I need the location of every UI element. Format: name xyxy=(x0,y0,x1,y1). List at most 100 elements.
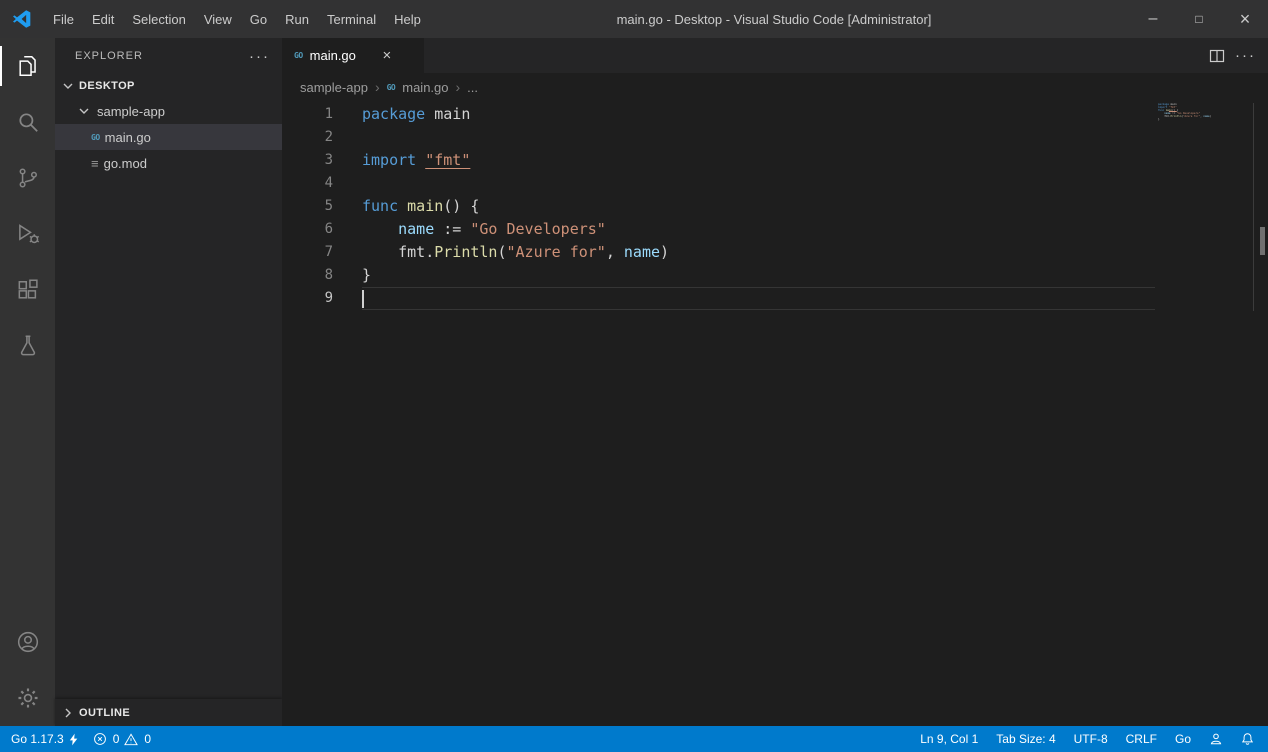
line-number[interactable]: 2 xyxy=(282,126,333,149)
breadcrumb-file[interactable]: main.go xyxy=(402,80,448,95)
line-number[interactable]: 9 xyxy=(282,287,333,310)
activity-testing-button[interactable] xyxy=(0,318,55,374)
menu-help[interactable]: Help xyxy=(385,0,430,38)
minimap[interactable]: package mainimport "fmt"func main() { na… xyxy=(1158,103,1253,121)
code-line-6[interactable]: 6 name := "Go Developers" xyxy=(282,218,1268,241)
code-line-3[interactable]: 3import "fmt" xyxy=(282,149,1268,172)
activity-explorer-button[interactable] xyxy=(0,38,55,94)
chevron-down-icon xyxy=(76,103,92,119)
title-bar: FileEditSelectionViewGoRunTerminalHelp m… xyxy=(0,0,1268,38)
eol-status[interactable]: CRLF xyxy=(1126,732,1157,746)
section-desktop-label: DESKTOP xyxy=(79,80,135,92)
warning-icon xyxy=(124,733,138,746)
section-outline-label: OUTLINE xyxy=(79,707,130,719)
menu-edit[interactable]: Edit xyxy=(83,0,123,38)
tab-size-status[interactable]: Tab Size: 4 xyxy=(996,732,1055,746)
overview-ruler-cursor-marker xyxy=(1260,227,1265,255)
file-tree: sample-app GO main.go ≡go.mod xyxy=(55,98,282,176)
code-line-1[interactable]: 1 package main xyxy=(282,103,1268,126)
editor-group: GO main.go × ··· sample-app › GO main.go… xyxy=(282,38,1268,726)
close-button[interactable]: × xyxy=(1222,0,1268,38)
tree-item-label: main.go xyxy=(105,130,151,145)
tree-item-main.go[interactable]: GO main.go xyxy=(55,124,282,150)
activity-bar-spacer xyxy=(0,374,55,614)
run-debug-icon xyxy=(15,221,41,247)
code-line-9[interactable]: 9 xyxy=(282,287,1268,310)
bell-icon[interactable] xyxy=(1241,732,1254,746)
code-line-content: func main() { xyxy=(362,195,1155,218)
split-editor-button[interactable] xyxy=(1209,48,1225,64)
line-number[interactable]: 3 xyxy=(282,149,333,172)
breadcrumb-separator: › xyxy=(375,79,380,95)
status-bar: Go 1.17.3 0 0 Ln 9, Col 1 Tab Size: 4 UT… xyxy=(0,726,1268,752)
breadcrumb-separator: › xyxy=(456,79,461,95)
tab-close-button[interactable]: × xyxy=(377,46,397,66)
tree-item-label: go.mod xyxy=(104,156,147,171)
warning-count: 0 xyxy=(144,732,151,746)
activity-extensions-button[interactable] xyxy=(0,262,55,318)
activity-settings-button[interactable] xyxy=(0,670,55,726)
language-mode-status[interactable]: Go xyxy=(1175,732,1191,746)
line-number[interactable]: 7 xyxy=(282,241,333,264)
extensions-icon xyxy=(15,277,41,303)
menu-run[interactable]: Run xyxy=(276,0,318,38)
line-number[interactable]: 5 xyxy=(282,195,333,218)
menu-go[interactable]: Go xyxy=(241,0,276,38)
activity-source-control-button[interactable] xyxy=(0,150,55,206)
code-line-7[interactable]: 7 fmt.Println("Azure for", name) xyxy=(282,241,1268,264)
code-line-8[interactable]: 8} xyxy=(282,264,1268,287)
error-icon xyxy=(93,732,107,746)
chevron-down-icon xyxy=(60,78,76,94)
window-controls: – □ × xyxy=(1130,0,1268,38)
line-number[interactable]: 6 xyxy=(282,218,333,241)
code-editor[interactable]: 1 package main 23import "fmt"45 func main()… xyxy=(282,101,1268,726)
maximize-button[interactable]: □ xyxy=(1176,0,1222,38)
accounts-icon xyxy=(15,629,41,655)
section-outline[interactable]: OUTLINE xyxy=(55,699,282,726)
error-count: 0 xyxy=(113,732,120,746)
menu-view[interactable]: View xyxy=(195,0,241,38)
cursor-position-status[interactable]: Ln 9, Col 1 xyxy=(920,732,978,746)
window-title: main.go - Desktop - Visual Studio Code [… xyxy=(430,0,1118,38)
go-version-status[interactable]: Go 1.17.3 xyxy=(11,732,79,746)
activity-run-debug-button[interactable] xyxy=(0,206,55,262)
minimize-button[interactable]: – xyxy=(1130,0,1176,38)
code-line-content: package main xyxy=(362,103,1155,126)
code-line-5[interactable]: 5 func main() { xyxy=(282,195,1268,218)
code-line-content: fmt.Println("Azure for", name) xyxy=(362,241,1155,264)
tree-item-go.mod[interactable]: ≡go.mod xyxy=(55,150,282,176)
menu-file[interactable]: File xyxy=(44,0,83,38)
code-line-content: name := "Go Developers" xyxy=(362,218,1155,241)
activity-search-button[interactable] xyxy=(0,94,55,150)
breadcrumb-symbol-more[interactable]: ... xyxy=(467,80,478,95)
editor-actions-more-button[interactable]: ··· xyxy=(1235,47,1256,64)
explorer-actions-more-button[interactable]: ··· xyxy=(249,48,270,65)
go-file-icon: GO xyxy=(387,83,396,92)
line-number[interactable]: 4 xyxy=(282,172,333,195)
feedback-icon[interactable] xyxy=(1209,732,1223,746)
tree-item-sample-app[interactable]: sample-app xyxy=(55,98,282,124)
testing-icon xyxy=(15,333,41,359)
code-line-content xyxy=(362,287,1155,310)
line-number[interactable]: 1 xyxy=(282,103,333,126)
menu-selection[interactable]: Selection xyxy=(123,0,194,38)
code-line-4[interactable]: 4 xyxy=(282,172,1268,195)
chevron-right-icon xyxy=(60,705,76,721)
encoding-status[interactable]: UTF-8 xyxy=(1074,732,1108,746)
explorer-icon xyxy=(15,53,41,79)
problems-status[interactable]: 0 0 xyxy=(93,732,151,746)
sidebar-title: EXPLORER xyxy=(75,50,143,62)
go-version-label: Go 1.17.3 xyxy=(11,732,64,746)
menu-terminal[interactable]: Terminal xyxy=(318,0,385,38)
activity-accounts-button[interactable] xyxy=(0,614,55,670)
code-line-content xyxy=(362,172,1155,195)
go-file-icon: GO xyxy=(91,133,100,142)
section-desktop[interactable]: DESKTOP xyxy=(55,74,282,98)
tree-item-label: sample-app xyxy=(97,104,165,119)
code-line-2[interactable]: 2 xyxy=(282,126,1268,149)
line-number[interactable]: 8 xyxy=(282,264,333,287)
tab-main-go[interactable]: GO main.go × xyxy=(282,38,424,73)
code-line-content xyxy=(362,126,1155,149)
minimap-content: package mainimport "fmt"func main() { na… xyxy=(1158,103,1253,121)
breadcrumb-folder[interactable]: sample-app xyxy=(300,80,368,95)
